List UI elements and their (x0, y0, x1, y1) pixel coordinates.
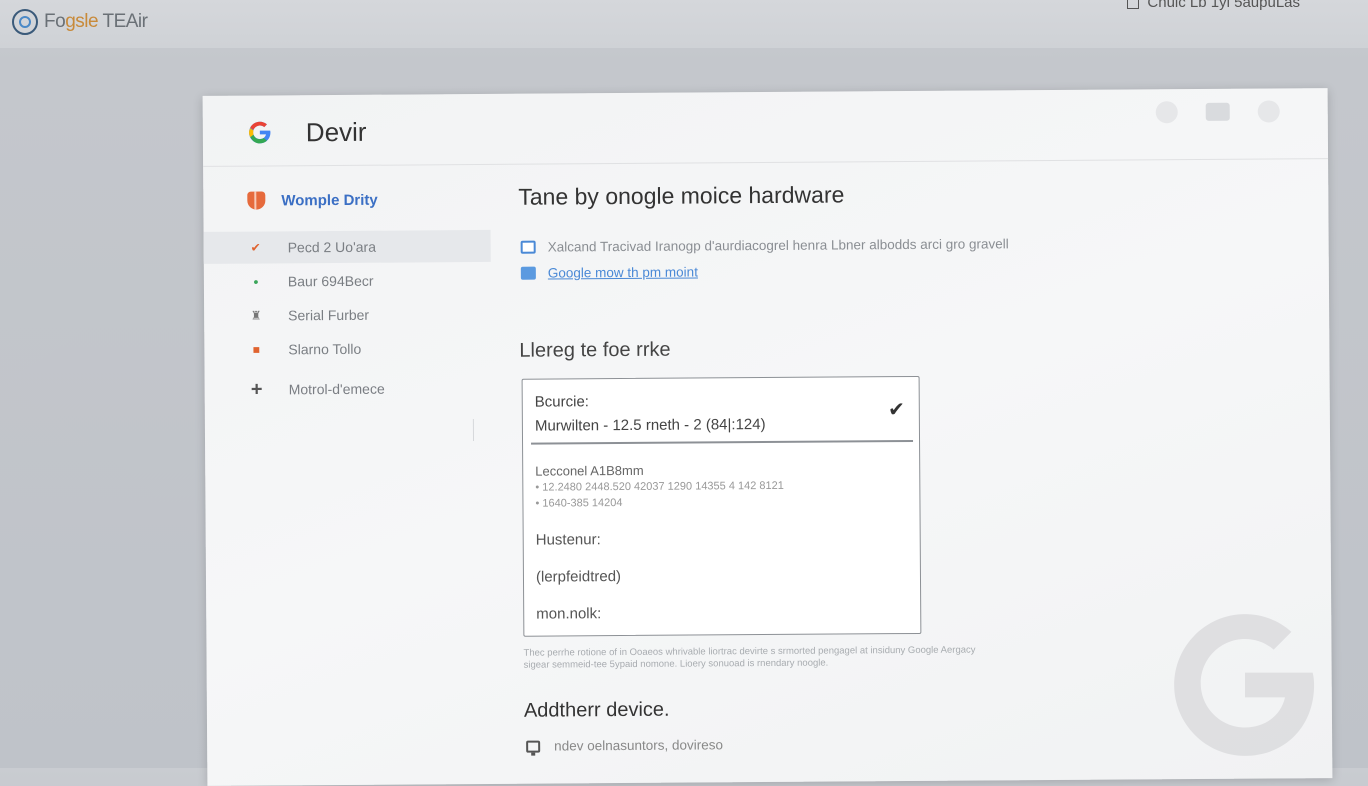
sidebar-item-motrol[interactable]: + Motrol-d'emece (205, 372, 492, 406)
card-row-mon: mon.nolk: (536, 605, 602, 623)
sidebar: Womple Drity ✔ Pecd 2 Uo'ara ● Baur 694B… (203, 164, 494, 786)
google-g-icon (247, 119, 273, 152)
app-brand-text: Fogsle TEAir (44, 11, 148, 32)
info-row: Xalcand Tracivad Iranogp d'aurdiacogrel … (520, 236, 1009, 255)
plus-icon: + (250, 378, 263, 401)
card-value: Murwilten - 12.5 rneth - 2 (84|:124) (534, 416, 766, 435)
app-brand[interactable]: Fogsle TEAir (12, 9, 148, 35)
app-logo-icon (12, 9, 38, 35)
info-link-row[interactable]: Google mow th pm moint (520, 264, 698, 281)
sidebar-header: Womple Drity (245, 189, 378, 212)
dialog-title: Devir (305, 116, 367, 148)
sidebar-item-baur[interactable]: ● Baur 694Becr (204, 264, 491, 298)
add-device-link[interactable]: ndev oelnasuntors, dovireso (554, 737, 723, 753)
card-divider (531, 439, 914, 445)
dot-icon: ● (253, 276, 259, 287)
section-title: Llereg te foe rrke (519, 338, 671, 362)
card-row-status: (lerpfeidtred) (535, 568, 622, 586)
sidebar-item-serial[interactable]: ♜ Serial Furber (204, 298, 491, 332)
tag-icon: ■ (252, 342, 261, 357)
page-heading: Tane by onogle moice hardware (518, 181, 845, 210)
top-right-status[interactable]: Cnuic Lb 1yi 5aupuLas (1127, 0, 1300, 11)
check-icon: ✔ (887, 399, 905, 422)
sidebar-item-slarno[interactable]: ■ Slarno Tollo (204, 332, 491, 366)
card-row-hustenur: Hustenur: (535, 531, 601, 549)
bolt-icon: ✔ (250, 240, 261, 255)
footnote: Thec perrhe rotione of in Ooaeos whrivab… (523, 644, 976, 671)
card-label: Bcurcie: (534, 393, 589, 411)
add-device-heading: Addtherr device. (523, 698, 670, 722)
info-link[interactable]: Google mow th pm moint (548, 264, 698, 280)
card-sub-title: Lecconel A1B8mm (535, 462, 644, 479)
minimize-icon[interactable] (1155, 101, 1178, 124)
sidebar-title: Womple Drity (281, 191, 378, 209)
sidebar-item-label: Baur 694Becr (287, 272, 374, 290)
sidebar-item-pecd[interactable]: ✔ Pecd 2 Uo'ara (203, 229, 491, 264)
top-right-text: Cnuic Lb 1yi 5aupuLas (1147, 0, 1300, 11)
card-sub-line: • 1640-385 14204 (535, 497, 623, 510)
google-watermark-icon (1174, 614, 1315, 756)
sidebar-item-label: Pecd 2 Uo'ara (287, 238, 376, 256)
window-icon (1127, 0, 1140, 9)
window-info-icon (520, 240, 536, 254)
monitor-icon (526, 740, 541, 753)
sidebar-item-label: Serial Furber (288, 306, 370, 324)
google-square-icon (520, 266, 536, 280)
shield-icon (245, 189, 267, 211)
window-controls (1155, 100, 1280, 124)
sidebar-item-label: Slarno Tollo (288, 340, 362, 358)
info-text: Xalcand Tracivad Iranogp d'aurdiacogrel … (547, 236, 1009, 255)
browser-top-bar: Fogsle TEAir Cnuic Lb 1yi 5aupuLas (0, 0, 1368, 48)
bug-icon: ♜ (250, 308, 262, 323)
device-card[interactable]: Bcurcie: Murwilten - 12.5 rneth - 2 (84|… (521, 375, 922, 637)
add-device-row[interactable]: ndev oelnasuntors, dovireso (526, 737, 723, 753)
close-icon[interactable] (1257, 100, 1280, 123)
dialog-header: Devir (202, 88, 1329, 167)
sidebar-divider (472, 419, 475, 442)
sidebar-item-label: Motrol-d'emece (288, 380, 385, 398)
card-sub-line: • 12.2480 2448.520 42037 1290 14355 4 14… (535, 479, 784, 494)
maximize-icon[interactable] (1205, 102, 1230, 121)
